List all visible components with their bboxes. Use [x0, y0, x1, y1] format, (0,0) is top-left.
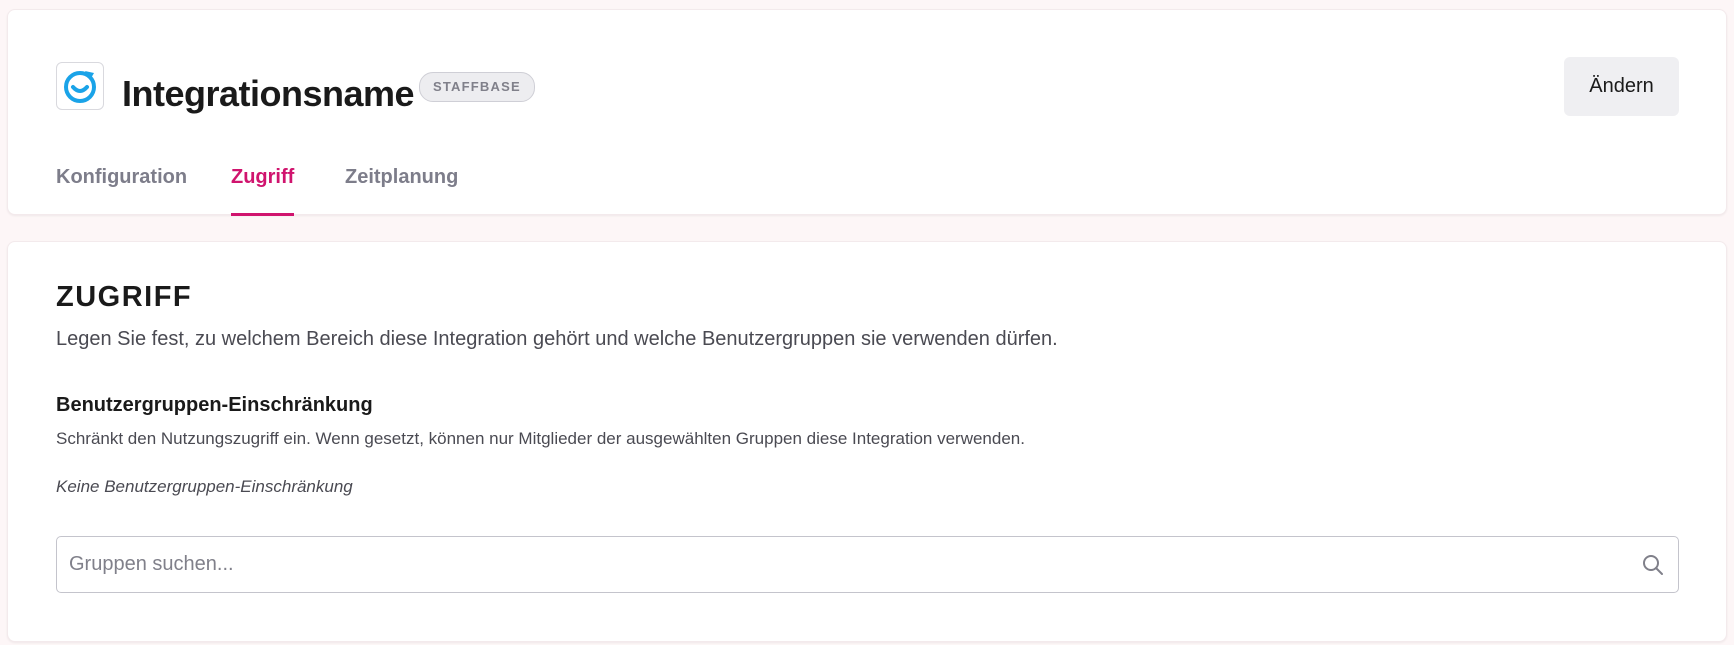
tab-zugriff[interactable]: Zugriff — [231, 165, 295, 216]
staffbase-logo-icon — [56, 62, 104, 110]
group-search-input[interactable] — [57, 537, 1678, 592]
group-search-box — [56, 536, 1679, 593]
access-section-card: ZUGRIFF Legen Sie fest, zu welchem Berei… — [7, 241, 1727, 642]
integration-header-card: Integrationsname STAFFBASE Ändern Konfig… — [7, 9, 1727, 216]
edit-button[interactable]: Ändern — [1564, 57, 1679, 116]
page-title: Integrationsname — [122, 73, 415, 114]
section-description: Legen Sie fest, zu welchem Bereich diese… — [56, 328, 1058, 350]
restriction-empty-note: Keine Benutzergruppen-Einschränkung — [56, 477, 353, 496]
provider-badge: STAFFBASE — [419, 72, 535, 102]
tab-konfiguration[interactable]: Konfiguration — [56, 165, 187, 216]
restriction-title: Benutzergruppen-Einschränkung — [56, 394, 373, 416]
tab-zeitplanung[interactable]: Zeitplanung — [345, 165, 458, 216]
search-icon[interactable] — [1642, 554, 1664, 576]
section-heading: ZUGRIFF — [56, 281, 193, 313]
restriction-description: Schränkt den Nutzungszugriff ein. Wenn g… — [56, 429, 1025, 448]
